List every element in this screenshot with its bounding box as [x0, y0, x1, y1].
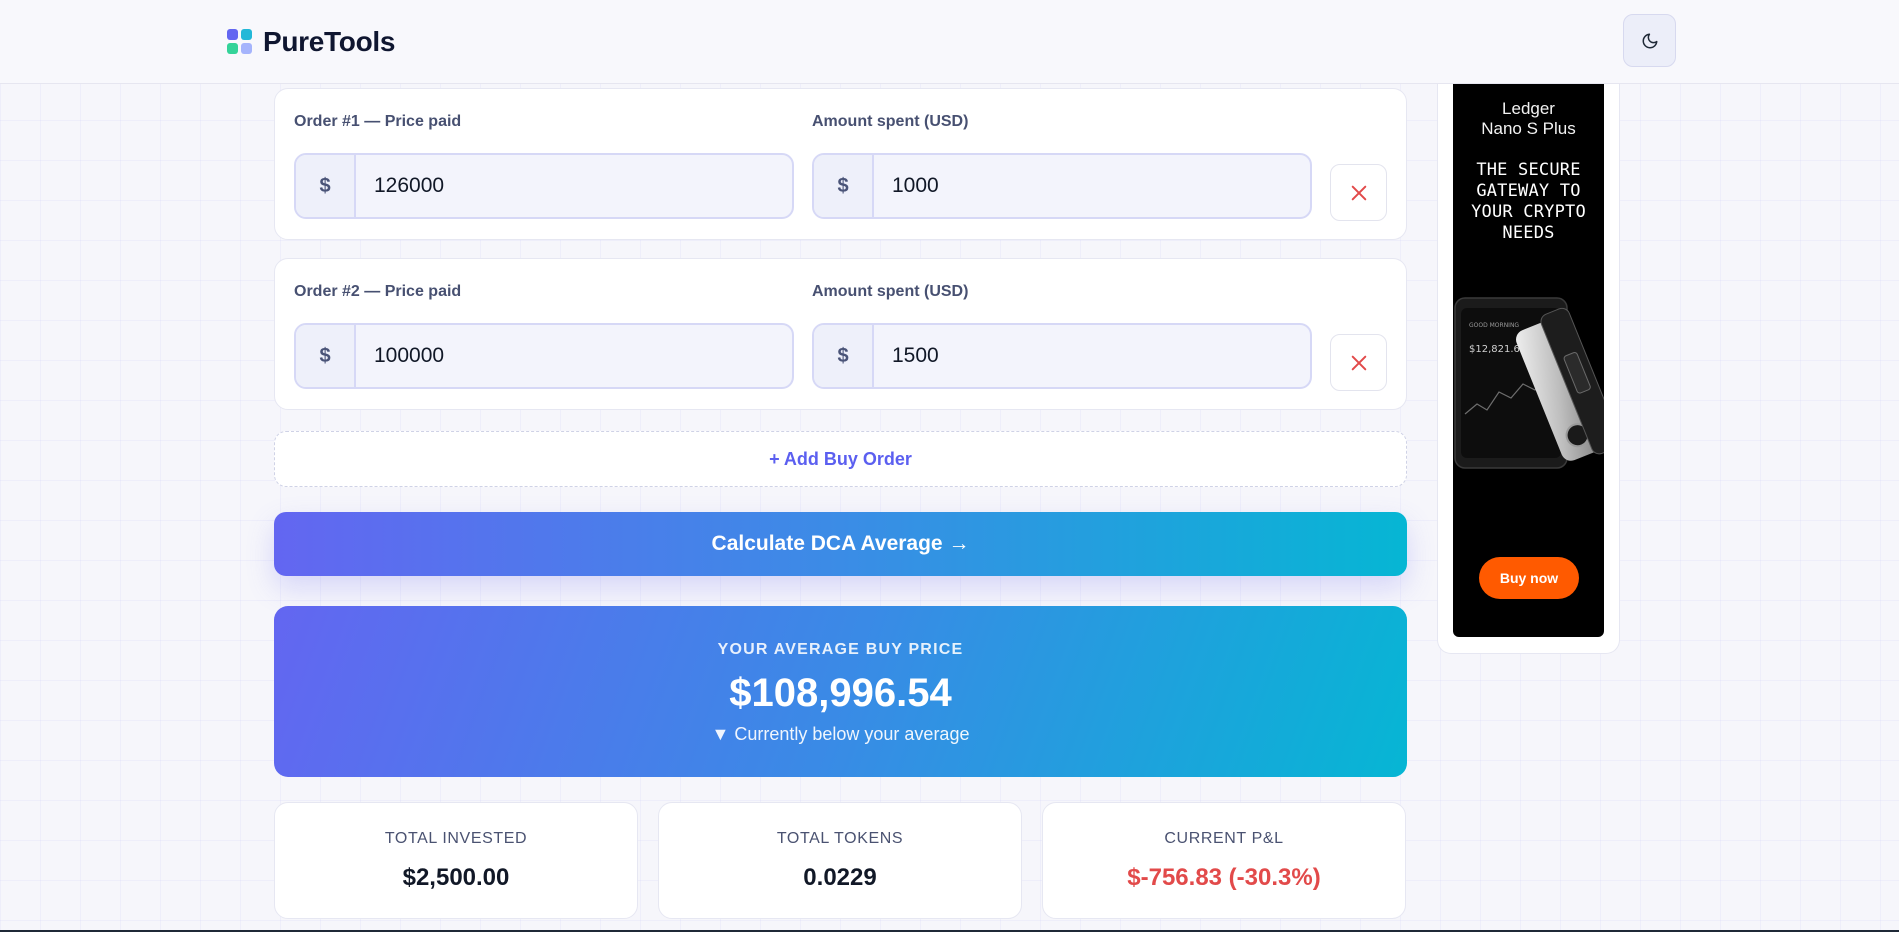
ad-headline: THE SECURE GATEWAY TO YOUR CRYPTO NEEDS: [1471, 160, 1586, 243]
average-buy-price-value: $108,996.54: [729, 671, 952, 715]
stat-card-current-pnl: CURRENT P&L $-756.83 (-30.3%): [1042, 802, 1406, 919]
order-amount-input[interactable]: [874, 155, 1310, 217]
close-icon: [1351, 185, 1366, 200]
stat-label: CURRENT P&L: [1164, 830, 1284, 847]
ledger-advertisement[interactable]: Ledger Nano S Plus THE SECURE GATEWAY TO…: [1453, 84, 1604, 637]
add-buy-order-button[interactable]: + Add Buy Order: [274, 431, 1407, 487]
brand-logo[interactable]: PureTools: [227, 26, 395, 58]
stat-label: TOTAL TOKENS: [776, 830, 904, 847]
stat-label: TOTAL INVESTED: [384, 830, 528, 847]
remove-order-button[interactable]: [1330, 164, 1387, 221]
currency-prefix: $: [296, 325, 356, 387]
buy-order-card-1: Order #1 — Price paid Amount spent (USD)…: [274, 88, 1407, 240]
remove-order-button[interactable]: [1330, 334, 1387, 391]
top-navigation-bar: PureTools: [0, 0, 1899, 84]
stat-card-total-invested: TOTAL INVESTED $2,500.00: [274, 802, 638, 919]
theme-toggle-button[interactable]: [1623, 14, 1676, 67]
ledger-device-image: GOOD MORNING $12,821.61: [1454, 297, 1604, 469]
stat-value: 0.0229: [803, 864, 877, 891]
currency-prefix: $: [814, 325, 874, 387]
stat-card-total-tokens: TOTAL TOKENS 0.0229: [658, 802, 1022, 919]
order-amount-field: $: [812, 153, 1312, 219]
svg-text:GOOD MORNING: GOOD MORNING: [1469, 322, 1519, 329]
stat-value: $2,500.00: [402, 864, 510, 891]
order-price-input[interactable]: [356, 155, 792, 217]
ad-screen-amount: $12,821.61: [1469, 344, 1526, 355]
order-price-input[interactable]: [356, 325, 792, 387]
calculate-dca-button[interactable]: Calculate DCA Average →: [274, 512, 1407, 576]
order-price-field: $: [294, 323, 794, 389]
ad-buy-now-button[interactable]: Buy now: [1479, 557, 1579, 599]
order-price-label: Order #1 — Price paid: [294, 113, 462, 130]
ad-brand-text: Ledger Nano S Plus: [1481, 99, 1576, 138]
order-amount-input[interactable]: [874, 325, 1310, 387]
order-price-label: Order #2 — Price paid: [294, 283, 462, 300]
buy-order-card-2: Order #2 — Price paid Amount spent (USD)…: [274, 258, 1407, 410]
order-amount-field: $: [812, 323, 1312, 389]
currency-prefix: $: [296, 155, 356, 217]
stat-value: $-756.83 (-30.3%): [1127, 864, 1321, 891]
currency-prefix: $: [814, 155, 874, 217]
price-status-text: ▼ Currently below your average: [711, 724, 970, 744]
order-price-field: $: [294, 153, 794, 219]
average-price-result-panel: YOUR AVERAGE BUY PRICE $108,996.54 ▼ Cur…: [274, 606, 1407, 777]
logo-grid-icon: [227, 29, 253, 55]
moon-icon: [1642, 33, 1657, 48]
close-icon: [1351, 355, 1366, 370]
brand-name: PureTools: [263, 26, 396, 57]
result-label: YOUR AVERAGE BUY PRICE: [717, 641, 964, 658]
order-amount-label: Amount spent (USD): [812, 113, 969, 130]
order-amount-label: Amount spent (USD): [812, 283, 969, 300]
